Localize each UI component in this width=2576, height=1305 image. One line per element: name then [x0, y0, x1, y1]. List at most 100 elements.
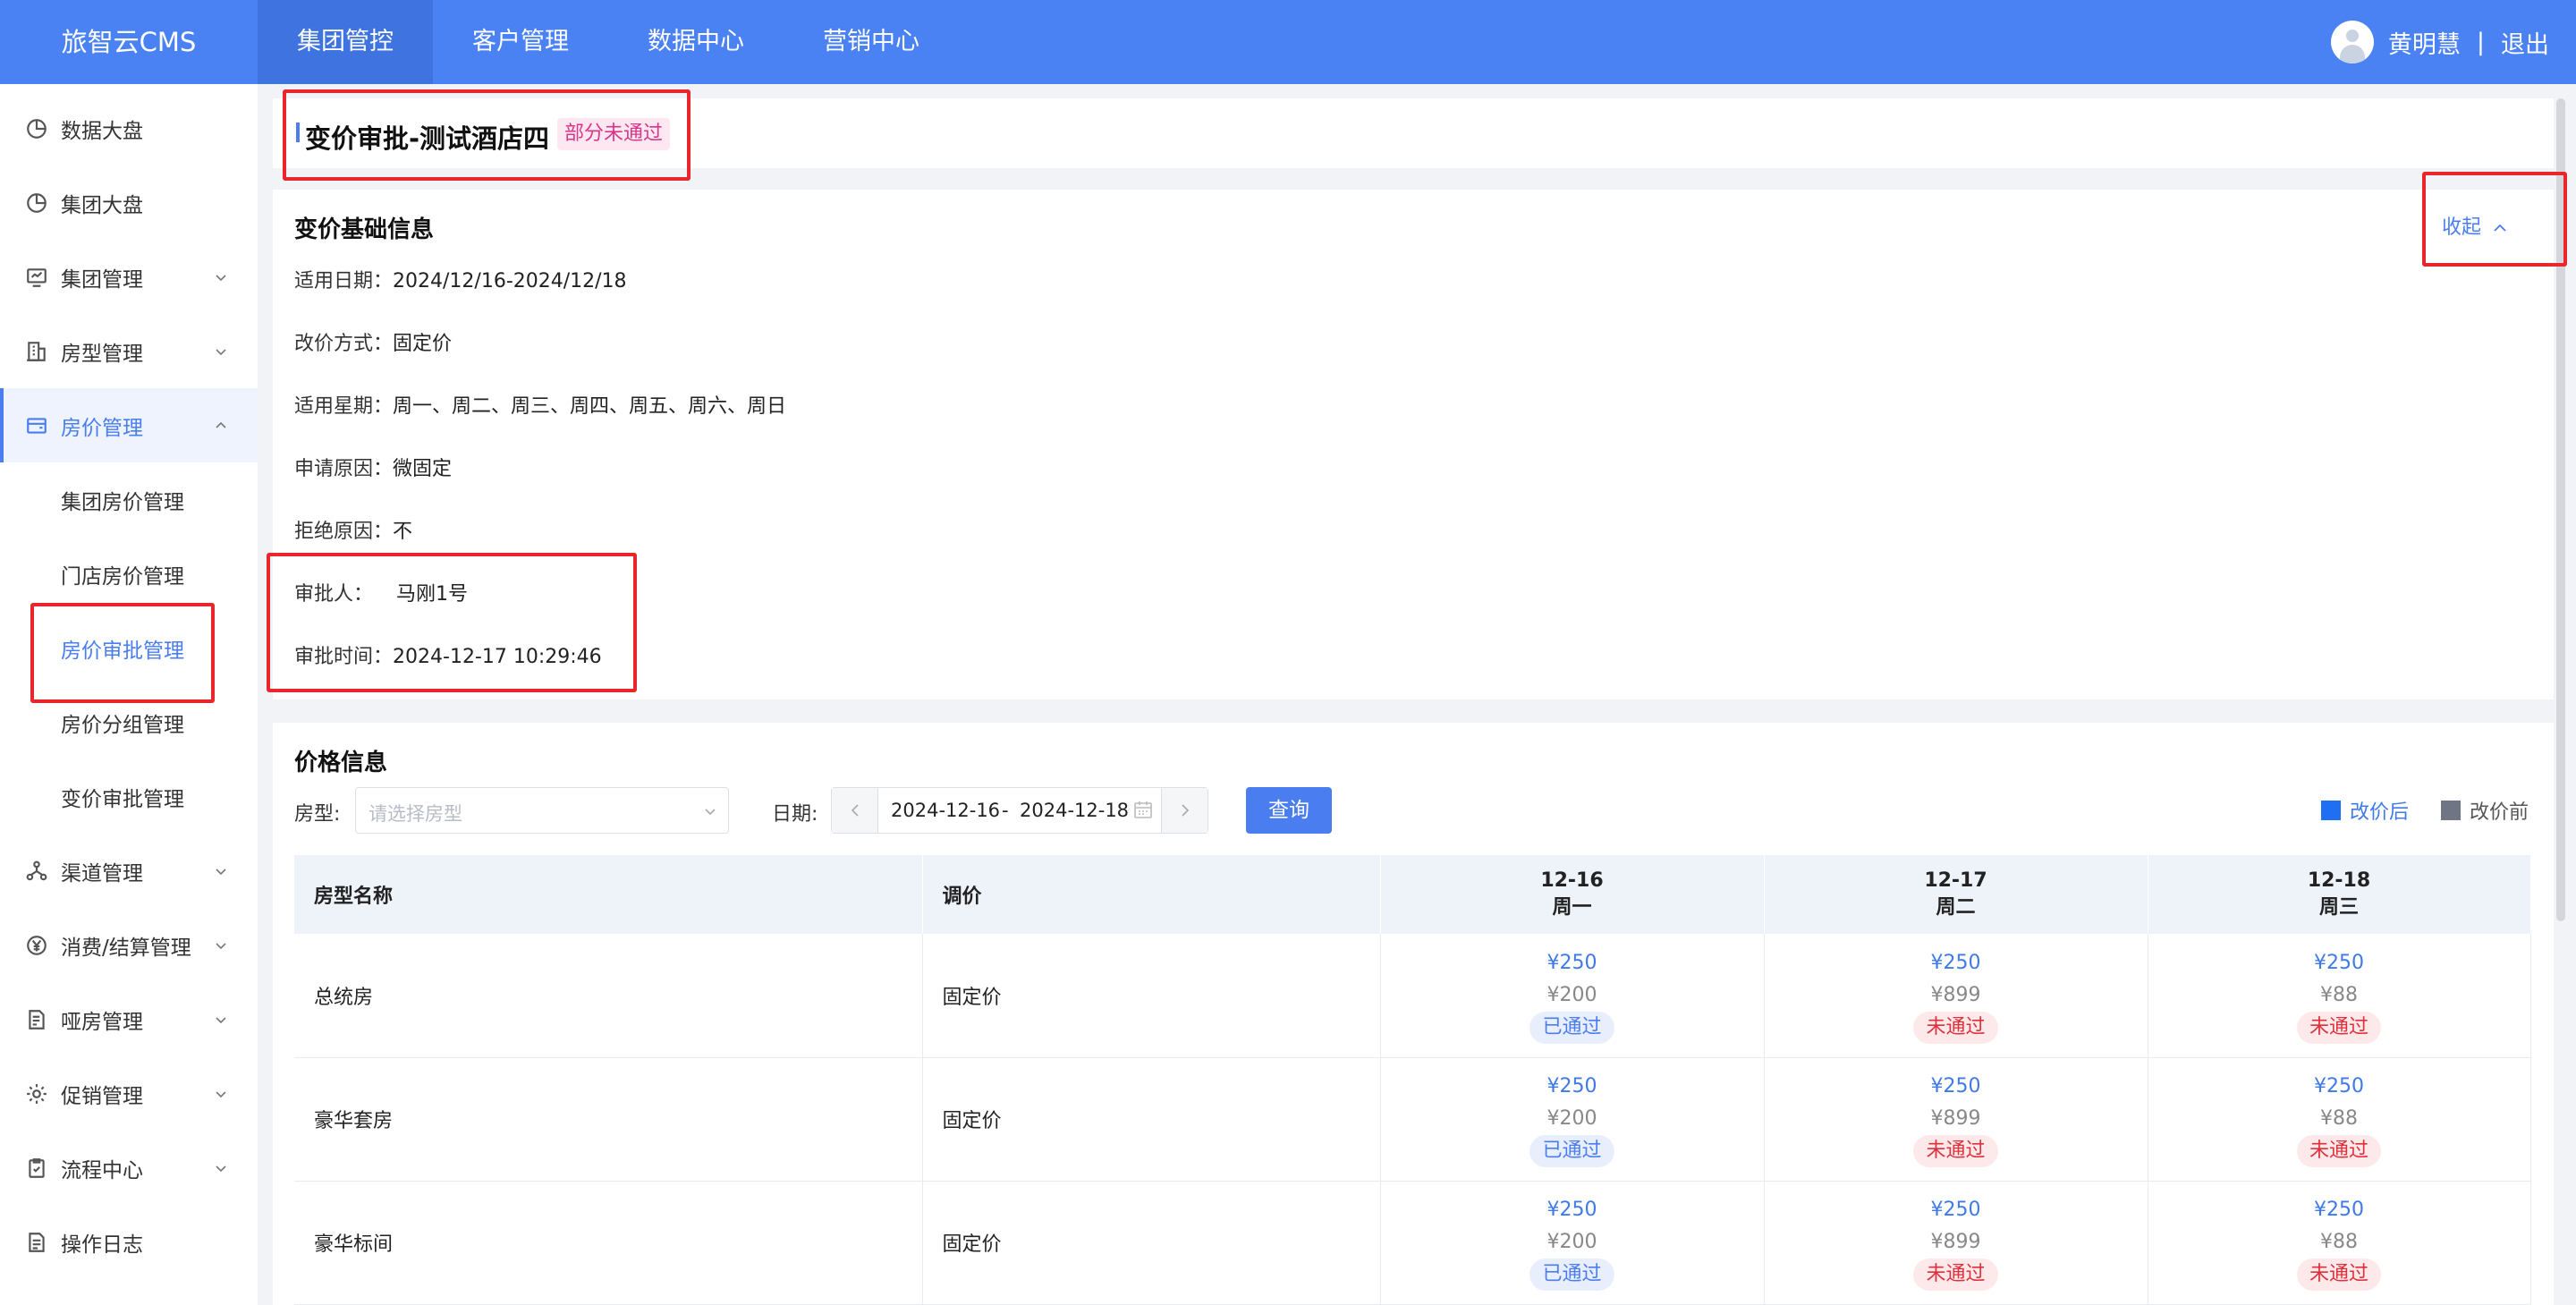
price-table: 房型名称 调价 12-16 周一 12-17 周二 12-18 周三 总统房 固定价 … — [294, 855, 2531, 1305]
chevron-up-icon — [216, 421, 226, 428]
highlight-box-title — [283, 89, 691, 181]
logout-link[interactable]: 退出 — [2501, 25, 2549, 60]
legend-swatch-before — [2441, 801, 2461, 820]
price-before: ¥200 — [1546, 1107, 1597, 1130]
sidebar-item-room-type[interactable]: 房型管理 — [0, 314, 258, 388]
date-next-button[interactable] — [1161, 788, 1208, 833]
table-header-row: 房型名称 调价 12-16 周一 12-17 周二 12-18 周三 — [294, 855, 2531, 934]
user-name[interactable]: 黄明慧 — [2388, 25, 2461, 60]
top-nav-item-group-control[interactable]: 集团管控 — [258, 0, 433, 84]
wallet-icon — [27, 417, 47, 434]
date-end[interactable]: 2024-12-18 — [1020, 800, 1129, 821]
sidebar-item-label: 房型管理 — [61, 342, 143, 366]
table-row: 总统房 固定价 ¥250 ¥200 已通过 ¥250 ¥899 未通过 ¥250 ¥88 未… — [294, 934, 2531, 1058]
sidebar-subitem-group-price[interactable]: 集团房价管理 — [0, 462, 258, 537]
day-date: 12-17 — [1924, 869, 1987, 892]
sidebar-item-group-management[interactable]: 集团管理 — [0, 240, 258, 314]
active-indicator — [0, 388, 4, 462]
network-icon — [26, 860, 47, 880]
highlight-box-sidebar-item — [30, 603, 215, 703]
info-key: 申请原因： — [294, 458, 394, 480]
sidebar-item-operation-log[interactable]: 操作日志 — [0, 1205, 258, 1279]
sidebar-item-data-dashboard[interactable]: 数据大盘 — [0, 91, 258, 165]
sidebar-item-label: 集团管理 — [61, 267, 143, 292]
sidebar-item-label: 门店房价管理 — [61, 564, 184, 589]
date-prev-button[interactable] — [832, 788, 878, 833]
day-date: 12-18 — [2307, 869, 2371, 892]
column-header-adjust: 调价 — [922, 855, 1381, 934]
section-title-price-info: 价格信息 — [294, 750, 388, 776]
pie-chart-icon — [27, 192, 47, 213]
sidebar-item-label: 促销管理 — [61, 1084, 143, 1108]
date-range-picker[interactable]: 2024-12-16 - 2024-12-18 — [831, 787, 1208, 834]
status-badge: 未通过 — [1913, 1135, 1998, 1167]
top-nav: 集团管控 客户管理 数据中心 营销中心 — [258, 0, 959, 84]
price-after: ¥250 — [1546, 1075, 1597, 1097]
table-row: 豪华标间 固定价 ¥250 ¥200 已通过 ¥250 ¥899 未通过 ¥250 ¥88… — [294, 1181, 2531, 1305]
day-weekday: 周二 — [1936, 896, 1976, 919]
price-cell: ¥250 ¥88 未通过 — [2148, 1181, 2531, 1305]
avatar[interactable] — [2330, 21, 2374, 64]
sidebar-item-label: 房价管理 — [61, 416, 143, 440]
sidebar-item-dummy-room[interactable]: 哑房管理 — [0, 982, 258, 1056]
price-before: ¥88 — [2320, 1107, 2358, 1130]
day-weekday: 周三 — [2318, 896, 2359, 919]
room-type-label: 房型: — [294, 803, 341, 826]
room-name-cell: 豪华标间 — [294, 1181, 923, 1305]
column-header-room: 房型名称 — [294, 855, 923, 934]
info-value: 固定价 — [393, 333, 453, 355]
info-key: 改价方式： — [294, 333, 394, 355]
sidebar-item-promotion[interactable]: 促销管理 — [0, 1056, 258, 1131]
price-cell: ¥250 ¥200 已通过 — [1380, 1057, 1765, 1182]
monitor-icon — [27, 267, 47, 287]
date-label: 日期: — [772, 803, 818, 826]
day-weekday: 周一 — [1552, 896, 1592, 919]
sidebar-item-label: 哑房管理 — [61, 1010, 143, 1034]
chevron-down-icon — [216, 1165, 226, 1172]
yen-icon — [27, 935, 47, 955]
info-key: 适用星期： — [294, 395, 394, 418]
top-nav-item-customers[interactable]: 客户管理 — [433, 0, 608, 84]
brand-logo[interactable]: 旅智云CMS — [0, 0, 258, 84]
room-type-select[interactable]: 请选择房型 — [355, 787, 729, 834]
log-icon — [29, 1232, 45, 1252]
sidebar-item-consumption-settlement[interactable]: 消费/结算管理 — [0, 908, 258, 982]
chevron-down-icon — [216, 274, 226, 281]
chevron-down-icon — [216, 942, 226, 949]
sidebar-item-label: 操作日志 — [61, 1233, 143, 1257]
chevron-down-icon — [216, 348, 226, 355]
sidebar-item-label: 房价分组管理 — [61, 713, 184, 737]
legend-label-before: 改价前 — [2470, 801, 2529, 824]
sidebar-item-channel[interactable]: 渠道管理 — [0, 834, 258, 908]
top-nav-item-marketing[interactable]: 营销中心 — [784, 0, 959, 84]
query-button[interactable]: 查询 — [1246, 787, 1332, 834]
status-badge: 未通过 — [2296, 1135, 2381, 1167]
date-start[interactable]: 2024-12-16 — [891, 800, 1000, 821]
room-name-cell: 总统房 — [294, 934, 923, 1058]
user-separator: | — [2476, 28, 2485, 56]
price-cell: ¥250 ¥88 未通过 — [2148, 934, 2531, 1058]
adjust-cell: 固定价 — [922, 1181, 1381, 1305]
sidebar-item-label: 流程中心 — [61, 1158, 143, 1182]
user-box: 黄明慧 | 退出 — [2330, 0, 2549, 84]
chevron-right-icon — [1182, 804, 1190, 817]
chevron-down-icon — [216, 868, 226, 875]
top-nav-item-data-center[interactable]: 数据中心 — [608, 0, 784, 84]
sidebar-item-label: 消费/结算管理 — [61, 936, 191, 960]
info-row-apply-reason: 申请原因：微固定 — [294, 453, 452, 481]
price-info-panel: 价格信息 房型: 请选择房型 日期: 2024-12-16 - 2024-12-… — [273, 723, 2554, 1305]
info-value: 周一、周二、周三、周四、周五、周六、周日 — [393, 395, 787, 418]
legend-before: 改价前 — [2441, 796, 2529, 825]
sidebar-subitem-store-price[interactable]: 门店房价管理 — [0, 537, 258, 611]
column-header-day: 12-16 周一 — [1380, 855, 1765, 934]
sidebar-subitem-change-approval[interactable]: 变价审批管理 — [0, 759, 258, 834]
price-before: ¥899 — [1930, 983, 1981, 1006]
clipboard-icon — [29, 1157, 45, 1178]
status-badge: 已通过 — [1530, 1011, 1614, 1044]
sidebar-item-group-dashboard[interactable]: 集团大盘 — [0, 165, 258, 240]
legend-after: 改价后 — [2321, 796, 2409, 825]
price-after: ¥250 — [1930, 1075, 1981, 1097]
sidebar-item-process-center[interactable]: 流程中心 — [0, 1131, 258, 1205]
sidebar-item-room-price[interactable]: 房价管理 — [0, 388, 258, 462]
status-badge: 已通过 — [1530, 1258, 1614, 1291]
